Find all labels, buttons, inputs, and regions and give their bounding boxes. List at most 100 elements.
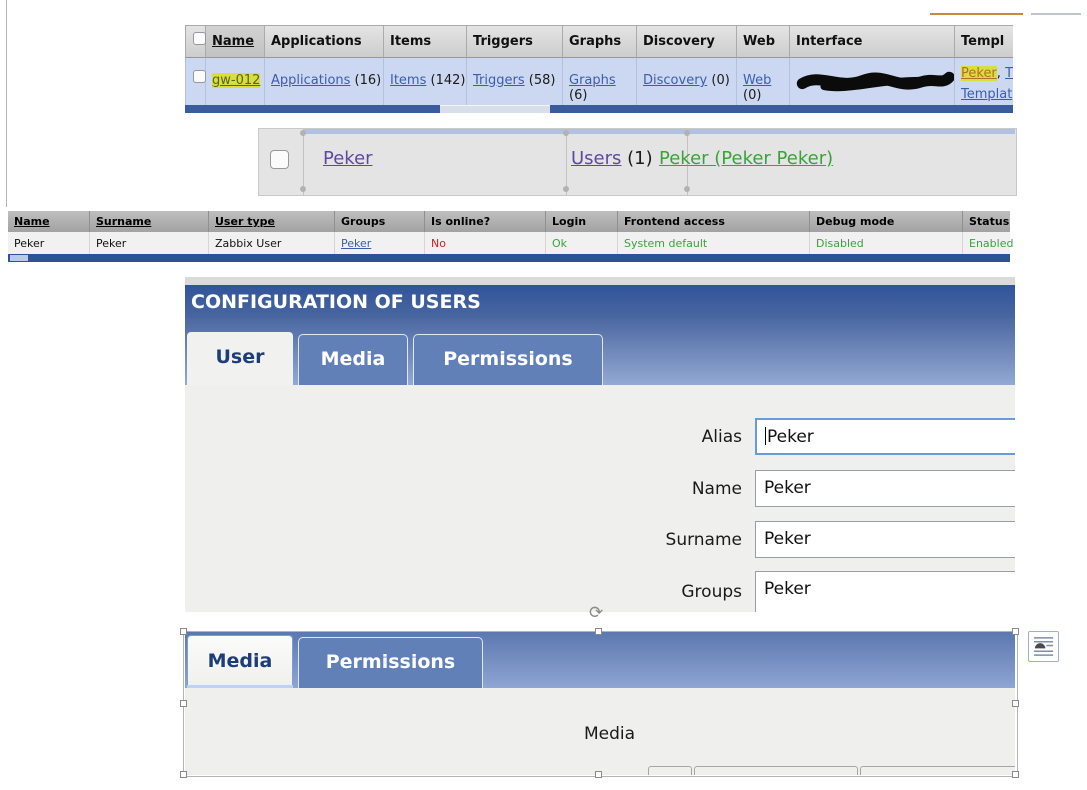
web-link[interactable]: Web [743, 73, 771, 88]
divider-handle [684, 130, 690, 136]
host-col-web: Web [737, 25, 790, 58]
left-margin-line [6, 0, 7, 207]
user-col-isonline: Is online? [425, 211, 546, 232]
config-title-bar: CONFIGURATION OF USERS [185, 285, 1015, 318]
host-col-discovery: Discovery [637, 25, 737, 58]
host-table: Name Applications Items Triggers Graphs … [185, 25, 1013, 113]
resize-handle-mr[interactable] [1012, 700, 1019, 707]
host-row-name-cell: gw-012 [206, 58, 265, 105]
top-orange-line [930, 13, 1023, 15]
host-row-checkbox[interactable] [193, 70, 206, 83]
user-col-status: Status [963, 211, 1010, 232]
top-gray-line [1031, 13, 1081, 15]
host-row-web-cell: Web (0) [737, 58, 790, 105]
divider-handle [300, 186, 306, 192]
user-col-frontend: Frontend access [618, 211, 810, 232]
host-row-checkbox-cell [185, 58, 206, 105]
group-users-link[interactable]: Users [571, 148, 621, 169]
divider-handle [563, 130, 569, 136]
user-list-table: Name Surname User type Groups Is online?… [8, 211, 1013, 262]
host-col-templates: Templ [955, 25, 1013, 58]
group-members-cell: Peker (Peker Peker) [659, 148, 833, 169]
host-header-checkbox-cell [185, 25, 206, 58]
tab-user[interactable]: User [187, 332, 293, 385]
host-row-applications-cell: Applications (16) [265, 58, 384, 105]
resize-handle-tr[interactable] [1012, 628, 1019, 635]
config-title: CONFIGURATION OF USERS [191, 291, 481, 313]
host-col-interface: Interface [790, 25, 955, 58]
divider-handle [684, 186, 690, 192]
name-field[interactable]: Peker [755, 470, 1015, 507]
surname-field[interactable]: Peker [755, 521, 1015, 558]
user-cell-debug: Disabled [810, 232, 963, 254]
user-col-usertype[interactable]: User type [209, 211, 335, 232]
group-name-cell: Peker [323, 148, 373, 169]
layout-options-button[interactable] [1028, 631, 1059, 662]
resize-handle-tl[interactable] [180, 628, 187, 635]
group-users-cell: Users (1) [571, 148, 653, 169]
template-link-2[interactable]: T [1005, 66, 1013, 81]
resize-handle-bl[interactable] [180, 771, 187, 778]
resize-handle-bc[interactable] [595, 771, 602, 778]
user-col-debug: Debug mode [810, 211, 963, 232]
user-col-groups: Groups [335, 211, 425, 232]
resize-handle-tc[interactable] [595, 628, 602, 635]
discovery-link[interactable]: Discovery [643, 73, 707, 88]
applications-link[interactable]: Applications [271, 73, 350, 88]
user-cell-isonline: No [425, 232, 546, 254]
user-col-name[interactable]: Name [8, 211, 90, 232]
divider-handle [563, 186, 569, 192]
user-cell-login: Ok [546, 232, 618, 254]
host-bottom-widget [440, 105, 550, 113]
user-cell-groups: Peker [335, 232, 425, 254]
graphs-link[interactable]: Graphs [569, 73, 616, 88]
media-content: Media Email batchenr@tikal [185, 688, 1015, 775]
group-name-link[interactable]: Peker [323, 148, 373, 169]
user-group-row: Peker Users (1) Peker (Peker Peker) [258, 128, 1017, 196]
tab-permissions[interactable]: Permissions [413, 334, 603, 385]
tab-permissions-lower[interactable]: Permissions [298, 637, 483, 688]
group-row-checkbox[interactable] [270, 150, 289, 169]
configuration-panel: CONFIGURATION OF USERS User Media Permis… [185, 277, 1015, 612]
select-all-checkbox[interactable] [193, 32, 206, 45]
media-panel: Media Permissions Media Email batchenr@t… [185, 632, 1015, 775]
media-tab-bar: Media Permissions [185, 632, 1015, 688]
config-tab-bar: User Media Permissions [185, 318, 1015, 385]
text-caret [765, 427, 766, 445]
host-col-name[interactable]: Name [206, 25, 265, 58]
media-label: Media [583, 724, 635, 744]
host-table-bottom-bar [185, 105, 1013, 113]
divider-handle [300, 130, 306, 136]
user-cell-status: Enabled [963, 232, 1013, 254]
items-link[interactable]: Items [390, 73, 426, 88]
host-col-items: Items [384, 25, 467, 58]
triggers-link[interactable]: Triggers [473, 73, 525, 88]
media-checkbox-cell [648, 766, 692, 775]
rotate-handle-icon[interactable]: ⟳ [589, 603, 603, 623]
alias-field[interactable]: Peker [755, 418, 1015, 455]
host-col-graphs: Graphs [563, 25, 637, 58]
user-groups-link[interactable]: Peker [341, 237, 371, 250]
group-members-link[interactable]: Peker (Peker Peker) [659, 148, 833, 169]
host-row-interface-cell [790, 58, 955, 105]
user-cell-name: Peker [8, 232, 90, 254]
config-top-strip [185, 277, 1015, 285]
tab-media[interactable]: Media [298, 334, 408, 385]
template-link-peker[interactable]: Peker [961, 66, 997, 81]
name-label: Name [691, 479, 742, 499]
template-link-3[interactable]: Templat [961, 87, 1012, 102]
host-col-triggers: Triggers [467, 25, 563, 58]
page: Name Applications Items Triggers Graphs … [0, 0, 1087, 790]
groups-field[interactable]: Peker [755, 571, 1015, 612]
host-row-templates-cell: Peker, T Templat [955, 58, 1013, 105]
media-type-cell: Email [694, 766, 858, 775]
surname-label: Surname [665, 530, 742, 550]
resize-handle-br[interactable] [1012, 771, 1019, 778]
tab-media-active[interactable]: Media [187, 635, 293, 688]
user-col-surname[interactable]: Surname [90, 211, 209, 232]
redacted-scribble [796, 71, 955, 92]
user-bottom-tab [10, 255, 28, 261]
user-cell-usertype: Zabbix User [209, 232, 335, 254]
resize-handle-ml[interactable] [180, 700, 187, 707]
host-name-link[interactable]: gw-012 [212, 73, 261, 88]
